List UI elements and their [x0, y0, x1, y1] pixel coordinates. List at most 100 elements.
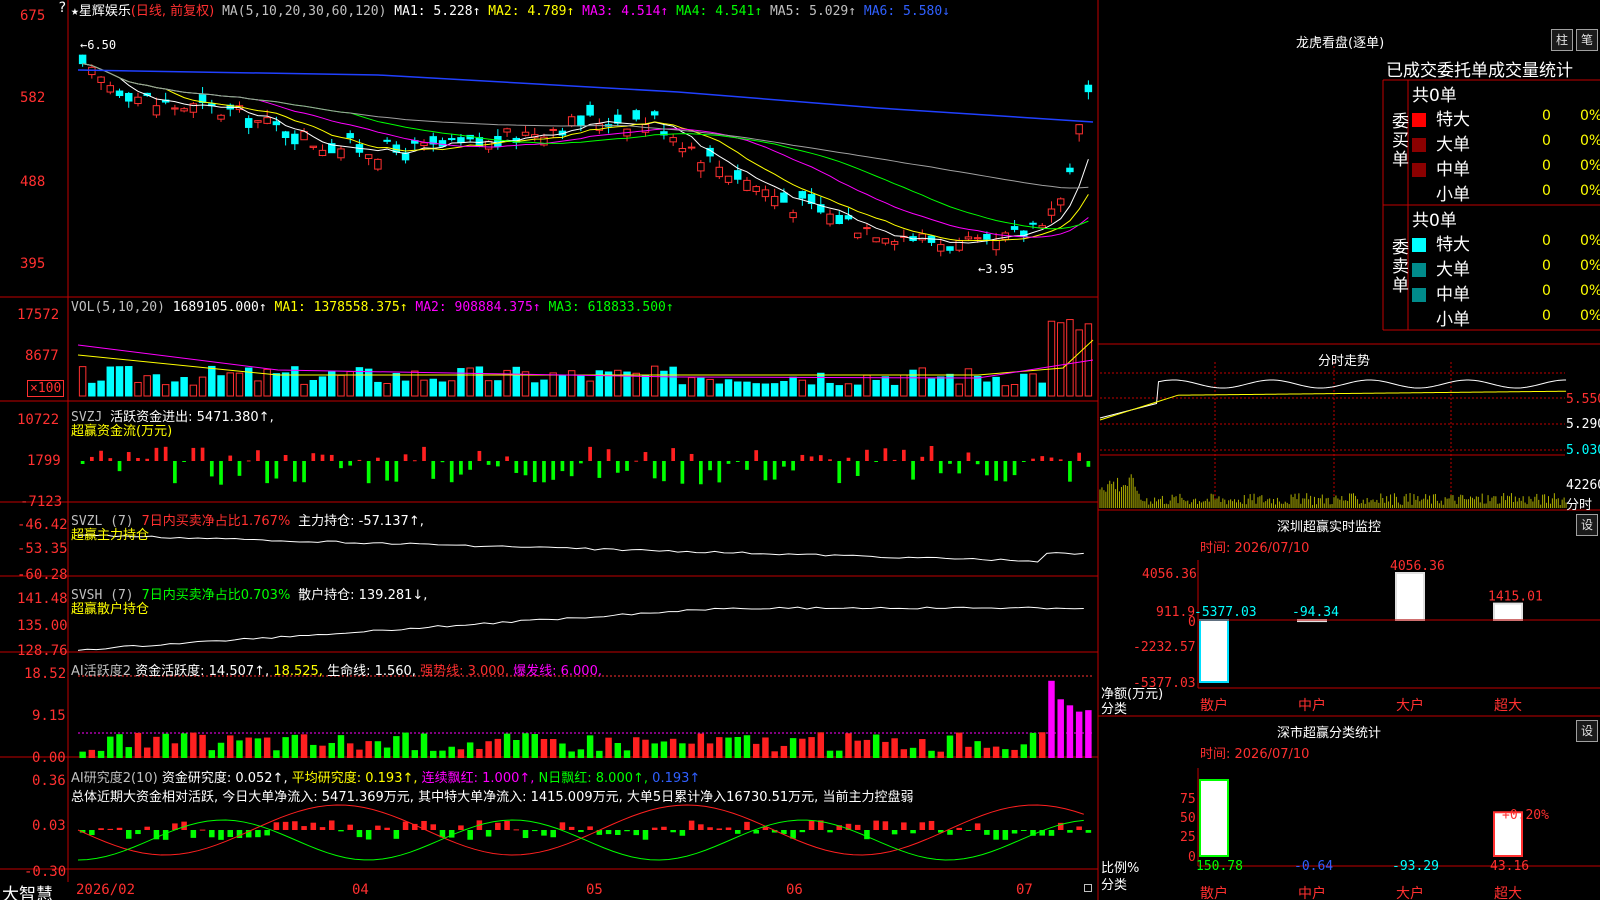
bar-view-button[interactable]: 柱: [1551, 29, 1573, 51]
tab-orders[interactable]: 委托单: [1437, 61, 1488, 81]
candle-body: [78, 54, 87, 65]
ai-active-bar: [983, 747, 991, 758]
order-size-label: 小单: [1436, 310, 1470, 330]
ai-active-bar: [282, 737, 289, 758]
volume-bar: [650, 365, 659, 397]
sz-class-y-tick: 0: [1188, 850, 1196, 865]
volume-bar: [817, 372, 825, 397]
ai-active-bar: [799, 738, 806, 758]
sz-class-category: 中户: [1298, 885, 1326, 900]
svzj-bar: [1003, 461, 1008, 482]
ai-research-bar: [698, 824, 704, 830]
volume-bar: [180, 377, 188, 397]
candle-body: [743, 179, 751, 191]
candle-body: [374, 158, 382, 170]
volume-bar: [853, 384, 862, 397]
volume-bar: [1047, 320, 1056, 397]
svzj-bar: [265, 461, 270, 484]
main-y-tick: 488: [20, 174, 46, 190]
svzj-bar: [809, 456, 814, 461]
ai-active-bar: [697, 733, 705, 758]
color-swatch: [1412, 138, 1426, 152]
candle-body: [171, 107, 179, 110]
ai-research-label: AI研究度2(10): [71, 771, 158, 786]
volume-bar: [272, 373, 281, 397]
svzj-bar: [560, 461, 565, 472]
ai-active-bar: [928, 750, 935, 758]
volume-bar: [918, 367, 927, 397]
candle-body: [263, 117, 271, 124]
candle-body: [678, 147, 687, 153]
intraday-avg-line: [1099, 390, 1567, 421]
ai-research-summary: 总体近期大资金相对活跃, 今日大单净流入: 5471.369万元, 其中特大单净…: [71, 790, 914, 805]
svzj-bar: [643, 452, 648, 461]
ai-research-bar: [393, 830, 400, 839]
svzj-bar: [514, 461, 519, 473]
chart-mode[interactable]: (日线, 前复权): [131, 4, 214, 19]
svzj-bar: [1086, 461, 1091, 467]
candle-body: [752, 186, 760, 192]
order-size-label: 特大: [1436, 235, 1470, 255]
svzj-bar: [173, 461, 177, 484]
order-count: 0: [1542, 108, 1551, 124]
svzj-bar: [228, 455, 233, 461]
vol-unit-button[interactable]: ×100: [27, 380, 65, 397]
candle-body: [724, 175, 733, 183]
svzj-bar: [292, 461, 297, 482]
volume-bar: [955, 383, 963, 397]
ai-active-bar: [771, 751, 778, 758]
svzj-bar: [1040, 456, 1045, 461]
sz-monitor-x-unit: 分类: [1101, 702, 1128, 717]
ai-active-v3: 生命线: 1.560,: [327, 664, 416, 679]
ai-research-bar: [162, 830, 169, 840]
candle-body: [586, 104, 594, 116]
ai-research-bar: [605, 830, 612, 835]
sz-monitor-value-label: 1415.01: [1488, 590, 1543, 605]
ai-active-bar: [88, 749, 96, 758]
ai-research-bar: [255, 830, 261, 838]
ai-research-bar: [744, 821, 750, 830]
svzj-bar: [652, 461, 657, 479]
volume-bar: [235, 372, 244, 397]
volume-bar: [881, 376, 890, 397]
sz-class-title: 深市超赢分类统计: [1277, 726, 1382, 741]
svzj-bar: [994, 461, 998, 481]
sz-monitor-value-label: 4056.36: [1390, 559, 1445, 574]
lock-icon[interactable]: [1084, 884, 1092, 892]
tick-view-button[interactable]: 笔: [1576, 29, 1598, 51]
sz-monitor-settings-button[interactable]: 设: [1576, 514, 1598, 536]
sz-class-settings-button[interactable]: 设: [1576, 720, 1598, 742]
ai-active-bar: [826, 750, 834, 758]
svzj-bar: [237, 461, 242, 476]
svzj-bar: [800, 454, 805, 461]
svzj-bar: [1058, 459, 1063, 461]
ma5-value: MA5: 5.029↑: [769, 4, 857, 19]
color-swatch: [1412, 188, 1426, 202]
ai-active-bar: [817, 732, 825, 758]
ai-active-bar: [328, 742, 335, 758]
svzj-bar: [745, 461, 749, 470]
ai-research-bar: [402, 821, 409, 830]
ai-research-bar: [716, 828, 723, 830]
volume-bar: [374, 381, 382, 397]
vol-ma-line: [77, 339, 1094, 376]
ai-active-bar: [577, 749, 585, 758]
candle-body: [484, 140, 493, 150]
tab-volume-stats[interactable]: 成交量统计: [1488, 61, 1573, 81]
candle-body: [447, 138, 456, 141]
star-icon[interactable]: ★: [71, 4, 79, 19]
svzj-bar: [376, 457, 380, 461]
candle-body: [798, 191, 807, 199]
svzj-y-tick: -7123: [20, 494, 63, 510]
ai-research-bar: [688, 820, 695, 830]
sz-monitor-category: 大户: [1396, 697, 1424, 714]
ai-active-bar: [549, 739, 557, 758]
svzj-bar: [754, 450, 759, 461]
tab-executed[interactable]: 已成交: [1386, 61, 1437, 81]
sz-monitor-time: 时间: 2026/07/10: [1200, 541, 1310, 556]
volume-bar: [512, 366, 521, 397]
settings-icon[interactable]: ?: [58, 0, 66, 16]
ai-active-bar: [836, 750, 843, 758]
volume-bar: [125, 366, 133, 397]
stock-chart-area[interactable]: -5377.03 散户 -94.34 中户 4056.36 大户 1415.01 超大 150.…: [0, 0, 1600, 900]
